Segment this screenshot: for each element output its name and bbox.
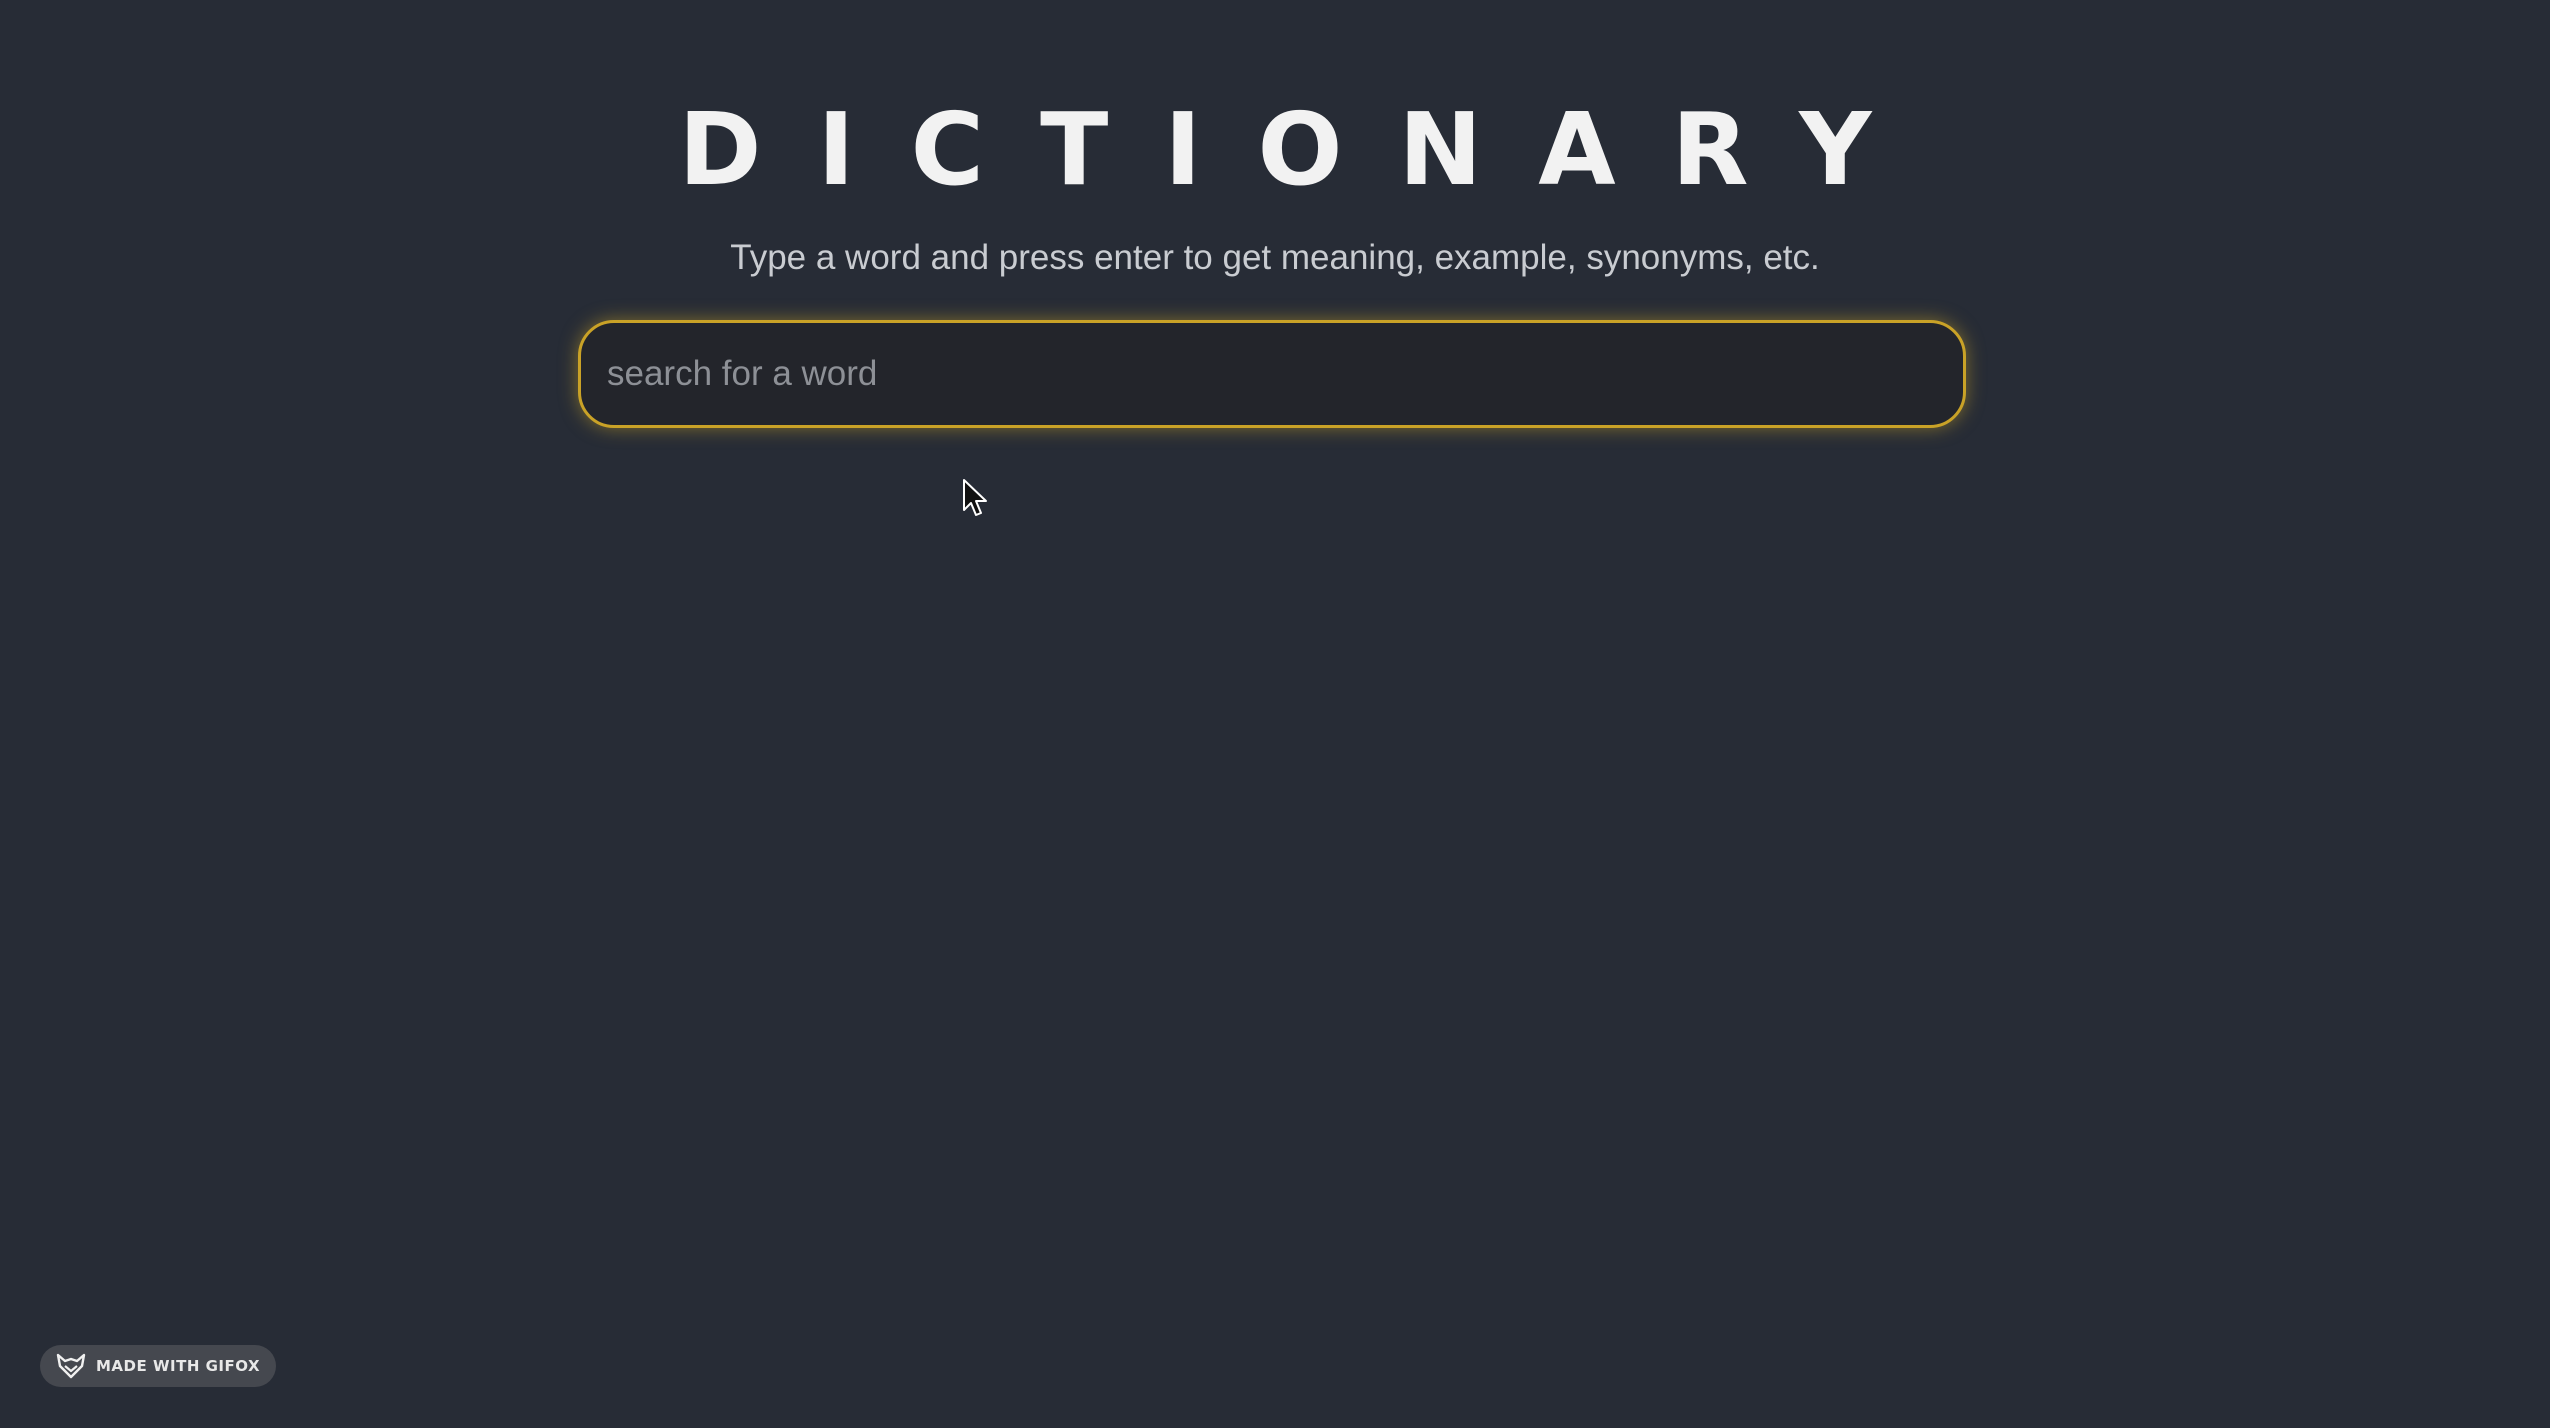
search-field-container xyxy=(578,320,1966,428)
fox-icon xyxy=(56,1353,86,1379)
search-input[interactable] xyxy=(581,323,1963,425)
mouse-pointer-icon xyxy=(963,479,987,516)
page-subtitle: Type a word and press enter to get meani… xyxy=(730,238,1820,277)
gifox-watermark-badge: MADE WITH GIFOX xyxy=(40,1345,277,1387)
watermark-label: MADE WITH GIFOX xyxy=(96,1357,261,1375)
dictionary-page: DICTIONARY Type a word and press enter t… xyxy=(0,0,2550,1428)
page-title: DICTIONARY xyxy=(678,91,1928,208)
